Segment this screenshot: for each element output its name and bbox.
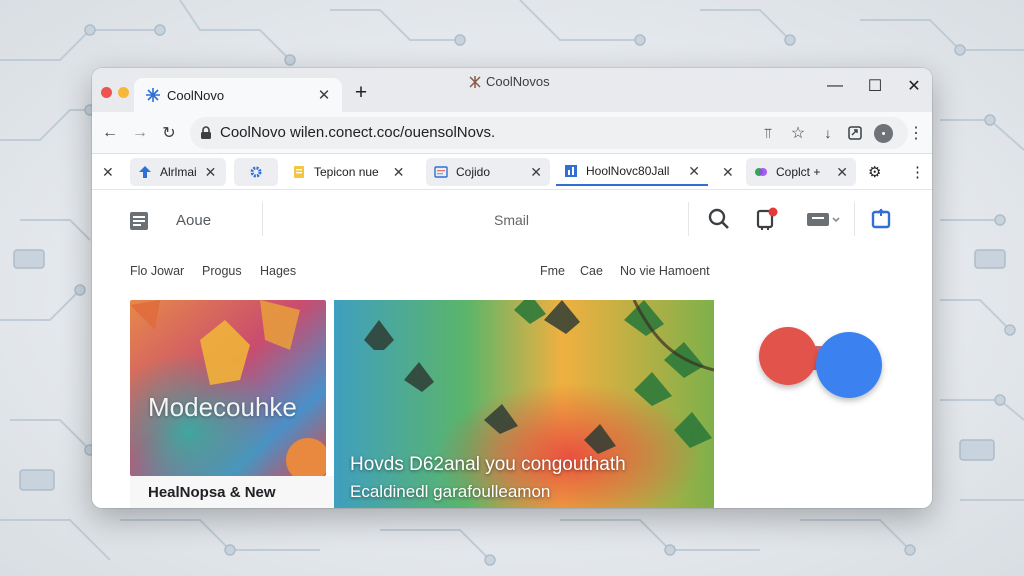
tab-close-icon[interactable]: ✕	[836, 164, 848, 181]
app-left-label: Aoue	[176, 212, 212, 229]
app-header: Aoue Smail	[92, 190, 932, 250]
download-icon[interactable]: ↓	[818, 123, 838, 143]
card-caption-area: HealNopsa & New	[130, 476, 334, 508]
tab-coplct[interactable]: Coplct + ✕	[746, 158, 856, 186]
tab-close-icon[interactable]: ✕	[314, 85, 334, 105]
tab-title: Alrlmai	[160, 165, 197, 179]
app-center-label: Smail	[494, 212, 530, 228]
tab-title: Tepicon nue	[314, 165, 379, 179]
tab-alrlmai[interactable]: Alrlmai ✕	[130, 158, 226, 186]
chart-favicon-icon	[564, 164, 578, 178]
inbox-dropdown-icon[interactable]	[804, 206, 844, 232]
tab-title: Coplct +	[776, 165, 821, 179]
tab-close-icon[interactable]: ✕	[530, 164, 542, 181]
forward-arrow-icon[interactable]: →	[128, 121, 152, 145]
header-divider	[688, 202, 689, 236]
minimize-button[interactable]: —	[823, 74, 847, 98]
title-bar: CoolNovo ✕ + CoolNovos — ☐ ✕	[92, 68, 932, 112]
notifications-icon[interactable]	[754, 206, 780, 232]
subnav-link[interactable]: Cae	[580, 264, 603, 278]
window-title: CoolNovos	[468, 74, 550, 89]
active-tab-title: CoolNovo	[167, 87, 225, 103]
bookmark-star-icon[interactable]: ☆	[788, 123, 808, 143]
search-icon[interactable]	[706, 206, 732, 232]
tab-row: ✕ Alrlmai ✕ Tepicon nue ✕ Cojido ✕ HoolN…	[92, 154, 932, 190]
tab-tepicon[interactable]: Tepicon nue ✕	[292, 158, 404, 186]
subnav-link[interactable]: Hages	[260, 264, 296, 278]
doc-favicon-icon	[292, 165, 306, 179]
lock-icon[interactable]	[198, 125, 214, 141]
url-text[interactable]: CoolNovo wilen.conect.coc/ouensolNovs.	[220, 124, 495, 141]
app-logo-icon	[469, 75, 481, 88]
minimize-dot[interactable]	[118, 87, 129, 98]
card-overlay-title: Modecouhke	[148, 392, 297, 422]
tab-close-only-2[interactable]: ✕	[722, 158, 734, 186]
tab-cojido[interactable]: Cojido ✕	[426, 158, 550, 186]
tab-icon-only[interactable]	[234, 158, 278, 186]
header-divider	[262, 202, 263, 236]
subnav-link[interactable]: Progus	[202, 264, 242, 278]
copilot-favicon-icon	[754, 165, 768, 179]
close-dot[interactable]	[101, 87, 112, 98]
header-divider	[854, 202, 855, 236]
document-icon[interactable]	[126, 208, 152, 234]
settings-gear-icon[interactable]: ⚙	[868, 158, 881, 186]
card-caption[interactable]: HealNopsa & New	[148, 484, 276, 501]
tab-close-icon[interactable]: ✕	[393, 164, 405, 181]
connection-blobs-graphic	[759, 327, 882, 398]
cast-icon[interactable]: ⫪	[758, 123, 778, 143]
subnav-link[interactable]: Fme	[540, 264, 565, 278]
browser-toolbar: ← → ↻ CoolNovo wilen.conect.coc/ouensolN…	[92, 112, 932, 154]
tab-close-icon[interactable]: ✕	[205, 164, 217, 181]
autumn-leaves-image	[130, 300, 326, 476]
back-arrow-icon[interactable]: ←	[98, 121, 122, 145]
active-tab[interactable]: CoolNovo ✕	[134, 78, 342, 112]
subnav-link[interactable]: Flo Jowar	[130, 264, 184, 278]
subnav-link[interactable]: No vie Hamoent	[620, 264, 710, 278]
feature-card-image[interactable]: Modecouhke	[130, 300, 326, 476]
page-content: Aoue Smail Flo Jowar Progus Hages Fme Ca…	[92, 190, 932, 508]
new-tab-button[interactable]: +	[350, 82, 372, 105]
gear-blue-favicon-icon	[249, 165, 263, 179]
tab-title: Cojido	[456, 165, 491, 179]
reload-icon[interactable]: ↻	[157, 121, 181, 145]
tabs-menu-kebab-icon[interactable]: ⋮	[910, 158, 925, 186]
tab-hoolnovc[interactable]: HoolNovc80Jall ✕	[556, 158, 708, 186]
hero-headline[interactable]: Hovds D62anal you congouthath	[350, 454, 626, 476]
hero-subline: Ecaldinedl garafoulleamon	[350, 482, 551, 501]
tab-close-only[interactable]: ✕	[102, 158, 114, 186]
tab-close-icon[interactable]: ✕	[102, 164, 114, 181]
browser-window: CoolNovo ✕ + CoolNovos — ☐ ✕ ← → ↻ CoolN…	[92, 68, 932, 508]
menu-kebab-icon[interactable]: ⋮	[908, 121, 924, 145]
window-title-text: CoolNovos	[486, 74, 550, 89]
leaves-hero-image	[334, 300, 714, 508]
address-bar[interactable]: CoolNovo wilen.conect.coc/ouensolNovs. ⫪…	[190, 117, 908, 149]
close-window-button[interactable]: ✕	[902, 74, 926, 98]
extensions-icon[interactable]	[845, 123, 865, 143]
tab-close-icon[interactable]: ✕	[688, 163, 700, 180]
share-icon[interactable]	[868, 206, 894, 232]
arrow-up-favicon-icon	[138, 165, 152, 179]
profile-avatar[interactable]: •	[874, 124, 893, 143]
list-favicon-icon	[434, 165, 448, 179]
tab-title: HoolNovc80Jall	[586, 164, 670, 178]
coolnovo-favicon-icon	[145, 87, 161, 103]
tab-close-icon[interactable]: ✕	[722, 164, 734, 181]
maximize-button[interactable]: ☐	[863, 74, 887, 98]
hero-card-image[interactable]: Hovds D62anal you congouthath Ecaldinedl…	[334, 300, 714, 508]
